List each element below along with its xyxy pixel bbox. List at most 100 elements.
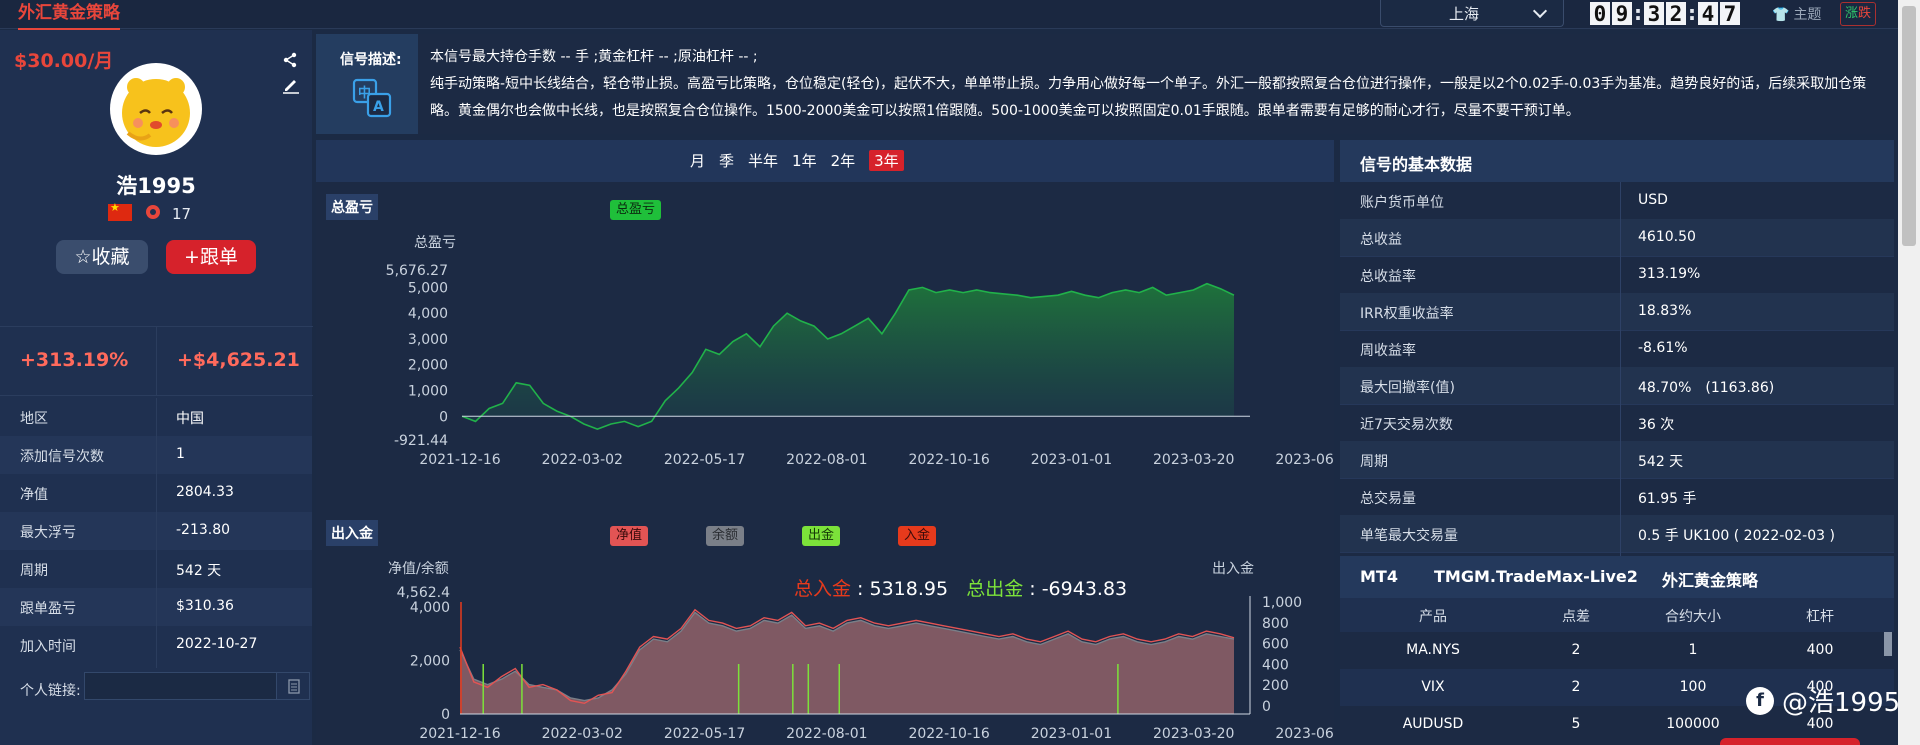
return-percent: +313.19% [20,349,129,371]
follow-button[interactable]: +跟单 [166,240,256,274]
pnl-ytick: 5,000 [408,280,448,296]
translate-icon[interactable]: 中 A [352,78,392,118]
cashflow-xtick: 2021-12-16 [419,726,500,742]
cell-product: AUDUSD [1402,716,1464,732]
pnl-xtick: 2021-12-16 [419,452,500,468]
basic-key: 总收益 [1360,232,1402,248]
clock-digit: 3 [1644,1,1664,26]
share-icon[interactable] [282,52,298,68]
basic-key: 账户货币单位 [1360,195,1444,211]
period-tab-active[interactable]: 3年 [869,150,904,171]
info-key: 周期 [20,563,48,579]
cashflow-ylabel: 净值/余额 [388,561,449,577]
clock: 0 9 : 3 2 : 4 7 [1590,1,1740,26]
period-tabs: 月 季 半年 1年 2年 3年 [690,150,904,171]
document-icon[interactable] [276,672,310,700]
pnl-xtick: 2023-06-04 [1275,452,1334,468]
basic-value: 0.5 手 UK100 ( 2022-02-03 ) [1638,528,1835,544]
col-leverage: 杠杆 [1806,609,1834,625]
watermark: f @浩1995 [1746,682,1900,719]
subscription-price: $30.00/月 [14,50,114,72]
pnl-legend[interactable]: 总盈亏 [610,200,662,220]
pnl-chart: 5,676.275,000 4,000 3,000 2,000 1,000 0 -921.4… [386,263,1334,468]
facebook-icon: f [1746,686,1774,715]
signal-description-text: 本信号最大持仓手数 -- 手 ;黄金杠杆 -- ;原油杠杆 -- ; 纯手动策略… [430,44,1890,125]
pnl-ytick: 3,000 [408,332,448,348]
theme-button[interactable]: 👕 主题 [1772,4,1821,24]
account-header: MT4 TMGM.TradeMax-Live2 外汇黄金策略 [1340,556,1894,598]
updown-color-toggle[interactable]: 涨跌 [1840,2,1876,26]
account-server: TMGM.TradeMax-Live2 [1434,567,1638,586]
return-usd-box: +$4,625.21 [156,326,313,396]
pnl-xtick: 2022-08-01 [786,452,867,468]
chevron-down-icon [1532,3,1548,19]
table-scrollbar[interactable] [1884,632,1892,656]
account-platform: MT4 [1360,567,1398,586]
svg-text:A: A [373,99,384,115]
cell-contract: 100000 [1666,716,1720,732]
cashflow-xtick: 2023-03-20 [1153,726,1234,742]
avatar[interactable] [110,63,202,155]
info-value: $310.36 [176,598,234,614]
basic-row: 总收益 4610.50 [1340,219,1894,257]
info-value: 542 天 [176,563,222,579]
cashflow-ytick: 0 [441,707,450,723]
deposit-legend[interactable]: 入金 [898,526,937,546]
city-select-value: 上海 [1449,5,1480,23]
basic-data-title: 信号的基本数据 [1360,155,1473,174]
edit-icon[interactable] [282,76,300,94]
pnl-ytick: 2,000 [408,358,448,374]
page-scrollbar-thumb[interactable] [1902,6,1916,246]
cashflow-y2tick: 1,000 [1262,595,1302,611]
basic-value: 542 天 [1638,454,1684,470]
pnl-ytick: 0 [439,409,448,425]
cashflow-xtick: 2022-08-01 [786,726,867,742]
city-select[interactable]: 上海 [1380,0,1564,27]
pnl-section-label: 总盈亏 [326,194,378,220]
info-key: 地区 [20,411,48,427]
cashflow-y2tick: 800 [1262,616,1289,632]
cashflow-y2label: 出入金 [1212,561,1254,577]
table-row: MA.NYS 2 1 400 [1340,632,1894,669]
equity-legend[interactable]: 净值 [610,526,649,546]
period-tab[interactable]: 1年 [792,150,817,171]
favorite-button[interactable]: ☆收藏 [56,240,148,274]
cell-contract: 1 [1688,642,1698,658]
info-value: 中国 [176,411,204,427]
balance-legend[interactable]: 余额 [706,526,745,546]
period-tab[interactable]: 2年 [831,150,856,171]
brand-tab[interactable]: 外汇黄金策略 [18,0,120,31]
period-tab[interactable]: 季 [719,150,734,171]
cell-spread: 2 [1571,642,1581,658]
pnl-xtick: 2023-01-01 [1031,452,1112,468]
personal-link-input[interactable] [84,672,276,700]
pnl-ytick: -921.44 [394,433,448,449]
pnl-ytick: 1,000 [408,383,448,399]
period-tab[interactable]: 半年 [748,150,778,171]
info-value: 2022-10-27 [176,636,258,652]
withdrawal-legend[interactable]: 出金 [802,526,841,546]
cashflow-y2tick: 200 [1262,678,1289,694]
updown-down: 跌 [1858,6,1872,21]
cashflow-y2tick: 600 [1262,637,1289,653]
basic-key: 总交易量 [1360,491,1416,507]
basic-key: 周收益率 [1360,343,1416,359]
cell-product: MA.NYS [1406,642,1460,658]
updown-up: 涨 [1844,6,1858,21]
description-body: 纯手动策略-短中长线结合，轻仓带止损。高盈亏比策略，仓位稳定(轻仓)，起伏不大，… [430,76,1867,119]
basic-key: 近7天交易次数 [1360,417,1453,433]
info-key: 加入时间 [20,639,76,655]
cell-leverage: 400 [1806,642,1834,658]
basic-row: 最大回撤率(值) 48.70% (1163.86) [1340,367,1894,405]
info-value: 2804.33 [176,484,234,500]
return-percent-box: +313.19% [0,326,156,396]
clock-colon: : [1688,1,1696,25]
pnl-area [462,283,1234,430]
basic-row: IRR权重收益率 18.83% [1340,293,1894,331]
period-tab[interactable]: 月 [690,150,705,171]
cell-contract: 100 [1679,679,1707,695]
basic-key: 单笔最大交易量 [1360,528,1458,544]
basic-row: 周收益率 -8.61% [1340,330,1894,368]
red-button-peek[interactable] [1720,738,1860,745]
info-key: 最大浮亏 [20,525,76,541]
